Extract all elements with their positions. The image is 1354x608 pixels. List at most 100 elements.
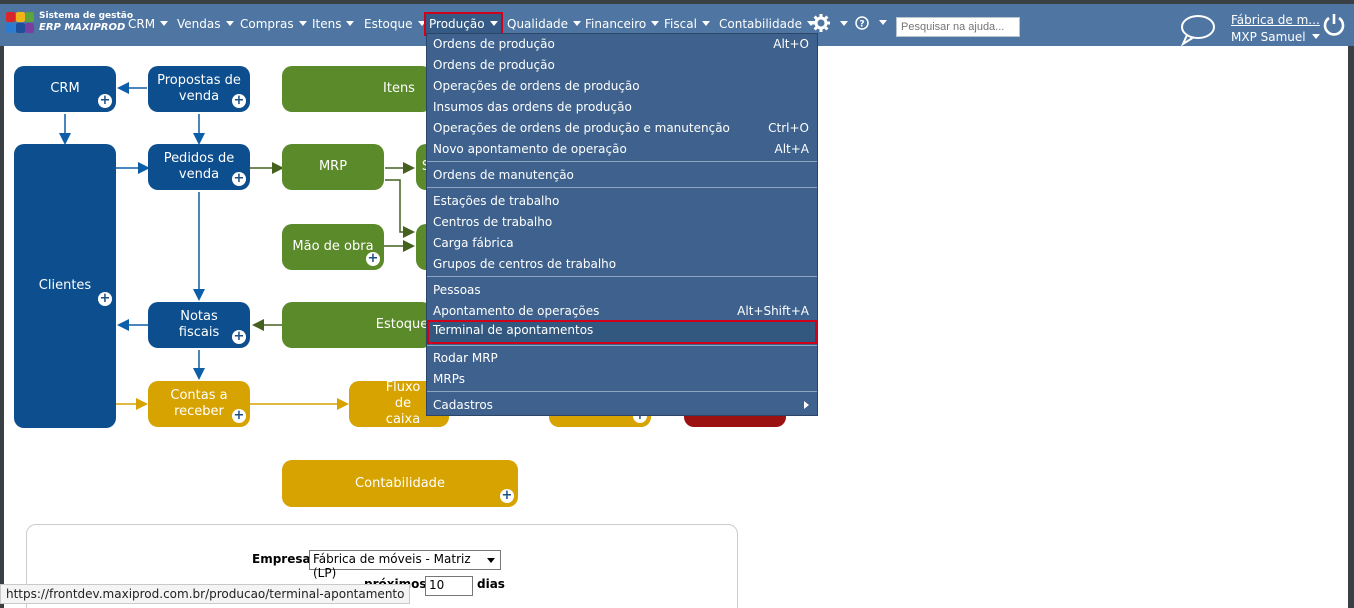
nav-label: Qualidade (507, 17, 569, 31)
menu-item-label: Centros de trabalho (433, 215, 553, 229)
empresa-select[interactable]: Fábrica de móveis - Matriz (LP) (309, 550, 501, 580)
menu-item-estacoes[interactable]: Estações de trabalho (433, 191, 813, 211)
add-icon[interactable]: + (232, 172, 246, 186)
menu-item-apontamento-operacoes[interactable]: Apontamento de operações Alt+Shift+A (433, 301, 813, 321)
menu-item-shortcut: Alt+A (774, 142, 809, 156)
menu-item-terminal-apontamentos[interactable]: Terminal de apontamentos (427, 320, 817, 344)
flow-crm[interactable]: CRM + (14, 66, 116, 112)
menu-item-ordens-manutencao[interactable]: Ordens de manutenção (433, 165, 813, 185)
chevron-down-icon (840, 21, 848, 26)
nav-qualidade[interactable]: Qualidade (507, 16, 582, 34)
nav-crm[interactable]: CRM (128, 16, 169, 34)
company-selector[interactable]: Fábrica de m... (1231, 13, 1320, 27)
nav-label: Compras (240, 17, 294, 31)
add-icon[interactable]: + (232, 409, 246, 423)
nav-vendas[interactable]: Vendas (177, 16, 234, 34)
nav-label: Itens (312, 17, 342, 31)
flow-label: Mão de obra (292, 239, 374, 254)
flow-label: MRP (318, 159, 348, 174)
svg-text:?: ? (859, 20, 864, 30)
menu-item-label: Insumos das ordens de produção (433, 100, 632, 114)
menu-item-insumos[interactable]: Insumos das ordens de produção (433, 97, 813, 117)
help-icon: ? (855, 16, 869, 30)
flow-mao-obra[interactable]: Mão de obra + (282, 224, 384, 270)
menu-item-mrps[interactable]: MRPs (433, 369, 813, 389)
add-icon[interactable]: + (98, 292, 112, 306)
menu-item-carga-fabrica[interactable]: Carga fábrica (433, 233, 813, 253)
menu-divider (427, 161, 817, 162)
flow-pedidos[interactable]: Pedidos de venda + (148, 144, 250, 190)
add-icon[interactable]: + (366, 252, 380, 266)
menu-item-label: Cadastros (433, 398, 493, 412)
chevron-down-icon (160, 21, 169, 26)
nav-label: Contabilidade (719, 17, 802, 31)
flow-estoque[interactable]: Estoque (282, 302, 432, 348)
nav-itens[interactable]: Itens (312, 16, 355, 34)
add-icon[interactable]: + (232, 94, 246, 108)
menu-divider (427, 276, 817, 277)
menu-divider (427, 391, 817, 392)
flow-clientes[interactable]: Clientes + (14, 144, 116, 428)
maxiprod-logo-icon[interactable] (6, 12, 34, 36)
nav-estoque[interactable]: Estoque (364, 16, 426, 34)
flow-label: CRM (50, 81, 80, 96)
menu-item-label: Estações de trabalho (433, 194, 560, 208)
proximos-input[interactable]: 10 (425, 576, 473, 596)
menu-item-label: Pessoas (433, 283, 481, 297)
flow-contas-receber[interactable]: Contas a receber + (148, 381, 250, 427)
power-icon[interactable] (1322, 13, 1346, 37)
chat-bubble-icon[interactable] (1178, 14, 1216, 46)
flow-label: Fluxo de caixa (385, 380, 421, 427)
flow-label: Clientes (38, 278, 92, 293)
menu-item-rodar-mrp[interactable]: Rodar MRP (433, 348, 813, 368)
menu-item-novo-apontamento[interactable]: Novo apontamento de operação Alt+A (433, 139, 813, 159)
menu-divider (427, 187, 817, 188)
menu-item-centros[interactable]: Centros de trabalho (433, 212, 813, 232)
add-icon[interactable]: + (500, 489, 514, 503)
user-menu[interactable]: MXP Samuel (1231, 30, 1320, 44)
menu-item-ordens-producao-2[interactable]: Ordens de produção (433, 55, 813, 75)
help-search-input[interactable] (896, 17, 1020, 37)
menu-item-shortcut: Ctrl+O (768, 121, 809, 135)
flow-notas[interactable]: Notas fiscais + (148, 302, 250, 348)
flow-mrp[interactable]: MRP (282, 144, 384, 190)
menu-item-ordens-producao[interactable]: Ordens de produção Alt+O (433, 34, 813, 54)
menu-item-operacoes-manutencao[interactable]: Operações de ordens de produção e manute… (433, 118, 813, 138)
flow-label: Contas a receber (170, 388, 228, 419)
nav-label: Estoque (364, 17, 413, 31)
chevron-right-icon (804, 401, 809, 409)
menu-item-label: Ordens de produção (433, 37, 555, 51)
chevron-down-icon (298, 21, 307, 26)
nav-compras[interactable]: Compras (240, 16, 307, 34)
browser-status-bar: https://frontdev.maxiprod.com.br/produca… (0, 584, 411, 604)
empresa-label: Empresa (252, 552, 311, 566)
menu-item-label: Grupos de centros de trabalho (433, 257, 617, 271)
help-menu[interactable]: ? (855, 15, 887, 33)
flow-itens[interactable]: Itens (282, 66, 432, 112)
chevron-down-icon (651, 21, 660, 26)
add-icon[interactable]: + (232, 330, 246, 344)
flow-contabilidade[interactable]: Contabilidade + (282, 460, 518, 507)
menu-item-grupos-centros[interactable]: Grupos de centros de trabalho (433, 254, 813, 274)
menu-item-shortcut: Alt+Shift+A (737, 304, 809, 318)
menu-item-operacoes-ordens[interactable]: Operações de ordens de produção (433, 76, 813, 96)
menu-item-label: Operações de ordens de produção (433, 79, 640, 93)
flow-propostas[interactable]: Propostas de venda + (148, 66, 250, 112)
chevron-down-icon (487, 558, 495, 563)
dias-label: dias (477, 577, 505, 591)
menu-item-label: Terminal de apontamentos (433, 323, 594, 337)
settings-menu[interactable] (812, 14, 848, 32)
menu-item-pessoas[interactable]: Pessoas (433, 280, 813, 300)
nav-fiscal[interactable]: Fiscal (664, 16, 710, 34)
menu-item-label: Novo apontamento de operação (433, 142, 627, 156)
chevron-down-icon (489, 21, 498, 26)
menu-item-shortcut: Alt+O (773, 37, 809, 51)
flow-label: Pedidos de venda (163, 151, 235, 182)
add-icon[interactable]: + (98, 94, 112, 108)
flow-label: Estoque (375, 317, 429, 332)
nav-financeiro[interactable]: Financeiro (585, 16, 660, 34)
menu-item-label: Apontamento de operações (433, 304, 600, 318)
chevron-down-icon (225, 21, 234, 26)
nav-contabilidade[interactable]: Contabilidade (719, 16, 815, 34)
menu-item-cadastros[interactable]: Cadastros (433, 395, 813, 415)
